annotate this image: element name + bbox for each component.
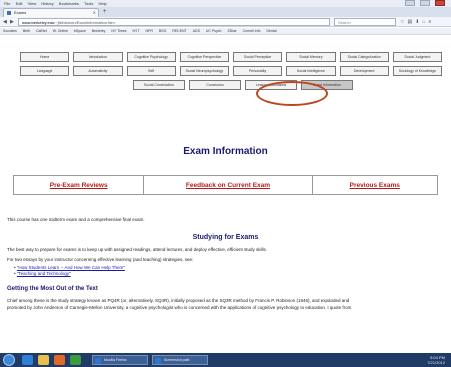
menu-bookmarks[interactable]: Bookmarks	[59, 1, 79, 6]
nav-social-neuropsychology[interactable]: Social Neuropsychology	[179, 66, 229, 76]
url-bar[interactable]: www.berkeley.edu/~jfkihlstrom/ExamInform…	[18, 18, 330, 26]
nav-cognitive-perspective[interactable]: Cognitive Perspective	[179, 52, 229, 62]
exam-links-table: Pre-Exam Reviews Feedback on Current Exa…	[13, 175, 438, 195]
intro-text: This course has one midterm exam and a c…	[7, 217, 145, 222]
nav-cognitive-psychology[interactable]: Cognitive Psychology	[126, 52, 176, 62]
firefox-icon[interactable]	[54, 355, 65, 365]
menu-history[interactable]: History	[41, 1, 53, 6]
task-firefox-icon	[95, 358, 101, 364]
text-paragraph-line-1: Chief among these is the study strategy …	[7, 298, 350, 303]
text-section-heading: Getting the Most Out of the Text	[7, 286, 98, 292]
menu-icon[interactable]: ≡	[428, 19, 434, 25]
essay-link-how-students-learn[interactable]: "How Students Learn -- And How We Can He…	[17, 265, 125, 270]
bookmark-item[interactable]: Beth	[23, 29, 30, 33]
nav-row-1: Home Introduction Cognitive Psychology C…	[12, 52, 442, 62]
system-tray: 5:04 PM 7/21/2012	[427, 355, 445, 365]
close-window-button[interactable]	[435, 0, 445, 6]
url-host: www.berkeley.edu	[22, 20, 55, 25]
bookmark-item[interactable]: Socrates	[3, 29, 17, 33]
favicon-icon	[7, 11, 11, 15]
nav-row-2: Language Automaticity Self Social Neurop…	[12, 66, 442, 76]
task-screenshot[interactable]: Screenshot path	[152, 355, 208, 365]
nav-language[interactable]: Language	[20, 66, 70, 76]
search-placeholder: Search	[338, 20, 351, 25]
nav-automaticity[interactable]: Automaticity	[73, 66, 123, 76]
task-firefox-label: Mozilla Firefox	[104, 358, 127, 362]
bookmark-item[interactable]: NYT	[133, 29, 140, 33]
nav-social-categorization[interactable]: Social Categorization	[339, 52, 389, 62]
pre-exam-reviews-link[interactable]: Pre-Exam Reviews	[14, 176, 145, 194]
nav-home[interactable]: Home	[20, 52, 70, 62]
web-page: Home Introduction Cognitive Psychology C…	[0, 35, 451, 353]
bookmark-item[interactable]: BSG	[159, 29, 166, 33]
navigation-bar: ◀ ▶ www.berkeley.edu/~jfkihlstrom/ExamIn…	[0, 17, 451, 27]
nav-row-3: Social Construction Conclusion Lecture I…	[12, 80, 442, 90]
nav-conclusion[interactable]: Conclusion	[189, 80, 241, 90]
essays-intro-text: For two essays by your instructor concer…	[7, 257, 194, 262]
clock-date: 7/21/2012	[427, 360, 445, 365]
bookmark-item[interactable]: Berkeley	[92, 29, 106, 33]
folder-icon[interactable]	[38, 355, 49, 365]
minimize-button[interactable]	[405, 0, 415, 6]
close-tab-icon[interactable]: ✕	[93, 10, 96, 15]
search-input[interactable]: Search	[334, 18, 396, 26]
menu-tools[interactable]: Tools	[84, 1, 93, 6]
bookmark-item[interactable]: Dental	[267, 29, 277, 33]
menu-view[interactable]: View	[28, 1, 37, 6]
nav-sociology-of-knowledge[interactable]: Sociology of Knowledge	[392, 66, 442, 76]
tab-title: Exams	[14, 10, 27, 15]
bookmark-item[interactable]: CalNet	[36, 29, 47, 33]
bookmark-item[interactable]: UC Psych	[206, 29, 222, 33]
task-firefox[interactable]: Mozilla Firefox	[92, 355, 148, 365]
bookmark-item[interactable]: RECENT	[172, 29, 186, 33]
nav-social-perception[interactable]: Social Perception	[233, 52, 283, 62]
nav-self[interactable]: Self	[126, 66, 176, 76]
page-title: Exam Information	[183, 146, 268, 157]
bookmark-item[interactable]: NY Times	[111, 29, 126, 33]
nav-social-intelligence[interactable]: Social Intelligence	[286, 66, 336, 76]
essay-item-1: "How Students Learn -- And How We Can He…	[14, 265, 125, 270]
task-screenshot-label: Screenshot path	[164, 358, 190, 362]
highlight-circle	[256, 81, 328, 106]
bookmark-item[interactable]: ADS	[193, 29, 200, 33]
menu-help[interactable]: Help	[98, 1, 106, 6]
text-paragraph-line-2: promoted by John Anderson of Carnegie-Me…	[7, 305, 352, 310]
nav-social-memory[interactable]: Social Memory	[286, 52, 336, 62]
bookmark-item[interactable]: Cornell Info	[243, 29, 261, 33]
nav-personality[interactable]: Personality	[233, 66, 283, 76]
nav-social-judgment[interactable]: Social Judgment	[392, 52, 442, 62]
menu-bar: File Edit View History Bookmarks Tools H…	[0, 0, 451, 7]
media-icon[interactable]	[70, 355, 81, 365]
ie-icon[interactable]	[22, 355, 33, 365]
essay-link-teaching-technology[interactable]: "Teaching and Technology"	[17, 271, 71, 276]
window-controls	[405, 0, 449, 7]
maximize-button[interactable]	[420, 0, 430, 6]
studying-text: The best way to prepare for exams is to …	[7, 247, 267, 252]
toolbar-icons: ☆▤⬇⌂≡	[400, 19, 434, 25]
bookmark-item[interactable]: bSpace	[74, 29, 86, 33]
nav-introduction[interactable]: Introduction	[73, 52, 123, 62]
feedback-current-exam-link[interactable]: Feedback on Current Exam	[144, 176, 313, 194]
url-path: /~jfkihlstrom/ExamInformation.htm	[54, 20, 115, 25]
bookmark-item[interactable]: ZBlue	[227, 29, 236, 33]
bookmarks-bar: Socrates Beth CalNet W. Online bSpace Berkele…	[0, 28, 451, 35]
bookmark-item[interactable]: NPR	[146, 29, 153, 33]
menu-file[interactable]: File	[4, 1, 10, 6]
taskbar: Mozilla Firefox Screenshot path 5:04 PM …	[0, 353, 451, 367]
tab-bar: Exams ✕ +	[0, 7, 451, 17]
new-tab-icon[interactable]: +	[103, 9, 107, 15]
course-nav: Home Introduction Cognitive Psychology C…	[12, 52, 442, 94]
tab-exams[interactable]: Exams ✕	[3, 8, 99, 17]
previous-exams-link[interactable]: Previous Exams	[313, 176, 437, 194]
back-icon[interactable]: ◀	[3, 19, 7, 25]
nav-development[interactable]: Development	[339, 66, 389, 76]
menu-edit[interactable]: Edit	[16, 1, 23, 6]
start-button[interactable]	[3, 354, 15, 366]
studying-heading: Studying for Exams	[192, 234, 259, 241]
forward-icon[interactable]: ▶	[10, 19, 14, 25]
bookmark-item[interactable]: W. Online	[53, 29, 68, 33]
nav-social-construction[interactable]: Social Construction	[133, 80, 185, 90]
task-screenshot-icon	[155, 358, 161, 364]
essay-item-2: "Teaching and Technology"	[14, 271, 71, 276]
